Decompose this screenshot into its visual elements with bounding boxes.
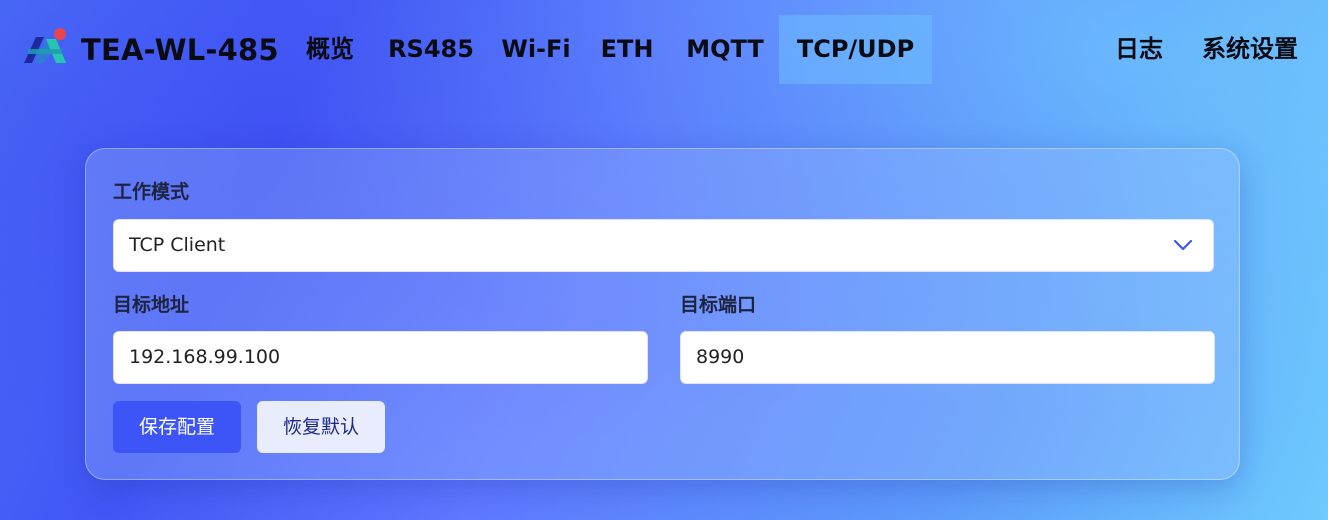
- nav-rs485[interactable]: RS485: [380, 15, 482, 84]
- chevron-down-icon: [1173, 239, 1193, 251]
- nav-system-settings[interactable]: 系统设置: [1188, 15, 1312, 84]
- mode-select[interactable]: TCP Client: [113, 219, 1214, 272]
- brand-logo-icon: [24, 28, 66, 63]
- mode-label: 工作模式: [113, 181, 190, 203]
- save-config-button[interactable]: 保存配置: [113, 401, 241, 453]
- mode-select-value: TCP Client: [129, 234, 226, 256]
- restore-default-button[interactable]: 恢复默认: [257, 401, 385, 453]
- nav-overview[interactable]: 概览: [294, 15, 366, 84]
- nav-logs[interactable]: 日志: [1104, 15, 1174, 84]
- address-label: 目标地址: [113, 294, 190, 316]
- top-nav-bar: TEA-WL-485 概览 RS485 Wi-Fi ETH MQTT TCP/U…: [0, 0, 1328, 100]
- port-label: 目标端口: [680, 294, 757, 316]
- tcp-udp-config-card: 工作模式 TCP Client 目标地址 192.168.99.100 目标端口…: [85, 148, 1240, 480]
- nav-wifi[interactable]: Wi-Fi: [493, 15, 579, 84]
- brand-title: TEA-WL-485: [81, 33, 279, 67]
- nav-mqtt[interactable]: MQTT: [676, 15, 774, 84]
- nav-eth[interactable]: ETH: [591, 15, 663, 84]
- address-input[interactable]: 192.168.99.100: [113, 331, 648, 384]
- nav-tcp-udp[interactable]: TCP/UDP: [779, 15, 932, 84]
- port-input[interactable]: 8990: [680, 331, 1215, 384]
